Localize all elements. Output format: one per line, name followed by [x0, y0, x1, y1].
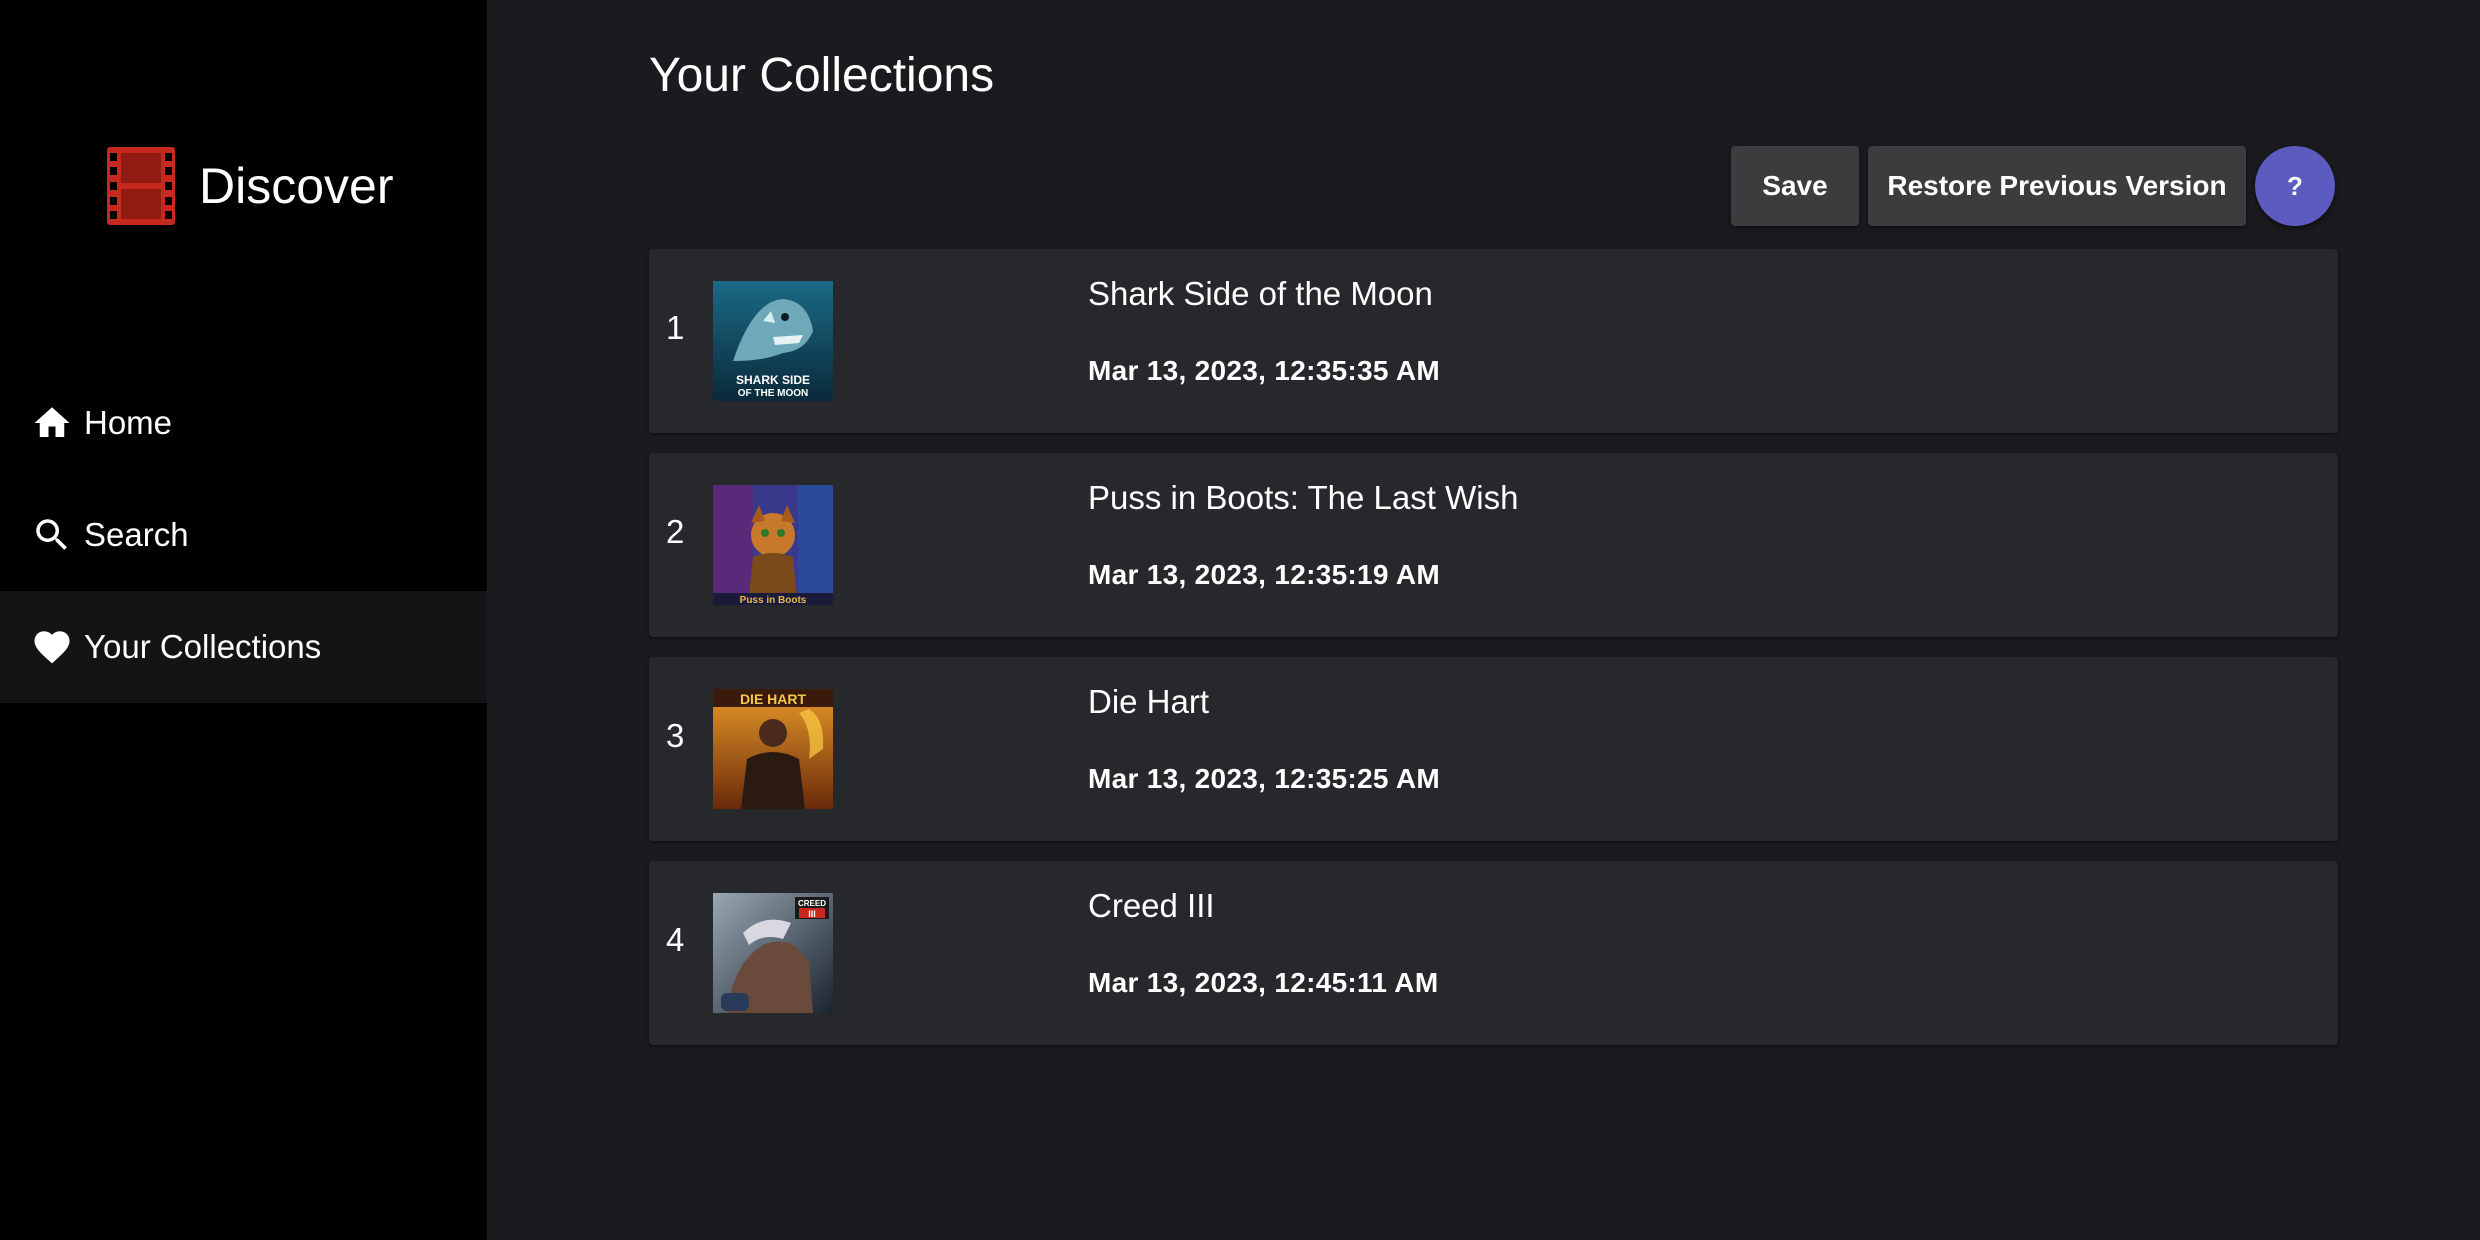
svg-text:OF THE MOON: OF THE MOON [738, 388, 809, 399]
collection-row[interactable]: 3 DIE HART Die Hart Mar 13, 2023, 12:35:… [649, 657, 2338, 841]
collections-list: 1 SHARK SIDE OF THE MOON Shark Side of t… [649, 249, 2338, 1065]
save-button[interactable]: Save [1731, 146, 1859, 226]
movie-poster: Puss in Boots [713, 485, 833, 605]
row-index: 1 [666, 309, 685, 346]
app-root: Discover Home Search Your Collections Yo… [0, 0, 2480, 1240]
added-date: Mar 13, 2023, 12:35:35 AM [1088, 355, 1440, 386]
movie-poster: CREED III [713, 893, 833, 1013]
added-date: Mar 13, 2023, 12:35:25 AM [1088, 763, 1440, 794]
row-index: 4 [666, 921, 685, 958]
collection-row[interactable]: 1 SHARK SIDE OF THE MOON Shark Side of t… [649, 249, 2338, 433]
svg-text:Puss in Boots: Puss in Boots [740, 595, 807, 605]
main-content: Your Collections Save Restore Previous V… [487, 0, 2480, 1240]
added-date: Mar 13, 2023, 12:35:19 AM [1088, 559, 1440, 590]
brand-name: Discover [199, 158, 394, 214]
film-strip-icon [107, 147, 175, 225]
svg-text:SHARK SIDE: SHARK SIDE [736, 373, 810, 387]
restore-previous-version-button[interactable]: Restore Previous Version [1868, 146, 2246, 226]
home-icon [31, 402, 73, 444]
brand[interactable]: Discover [107, 147, 393, 225]
heart-icon [31, 626, 73, 668]
page-title: Your Collections [649, 49, 995, 102]
sidebar: Discover Home Search Your Collections [0, 0, 487, 1240]
sidebar-nav: Home Search Your Collections [0, 367, 487, 703]
svg-text:DIE HART: DIE HART [740, 691, 807, 707]
sidebar-item-label: Home [84, 404, 173, 441]
sidebar-item-home[interactable]: Home [0, 367, 487, 479]
row-index: 2 [666, 513, 685, 550]
movie-poster: DIE HART [713, 689, 833, 809]
sidebar-item-label: Search [84, 516, 189, 553]
collection-row[interactable]: 2 Puss in Boots Puss in Boots: The Last … [649, 453, 2338, 637]
search-icon [31, 514, 73, 556]
collection-row[interactable]: 4 CREED III Creed III Mar 13, 2023, 12:4… [649, 861, 2338, 1045]
row-index: 3 [666, 717, 685, 754]
movie-title: Die Hart [1088, 683, 1210, 720]
movie-title: Creed III [1088, 887, 1215, 924]
movie-title: Shark Side of the Moon [1088, 275, 1433, 312]
svg-text:CREED: CREED [798, 899, 826, 908]
sidebar-item-search[interactable]: Search [0, 479, 487, 591]
movie-poster: SHARK SIDE OF THE MOON [713, 281, 833, 401]
toolbar: Save Restore Previous Version ? [1731, 146, 2335, 226]
svg-text:III: III [808, 909, 816, 919]
sidebar-item-label: Your Collections [84, 628, 322, 665]
added-date: Mar 13, 2023, 12:45:11 AM [1088, 967, 1439, 998]
sidebar-item-your-collections[interactable]: Your Collections [0, 591, 487, 703]
help-button[interactable]: ? [2255, 146, 2335, 226]
movie-title: Puss in Boots: The Last Wish [1088, 479, 1519, 516]
